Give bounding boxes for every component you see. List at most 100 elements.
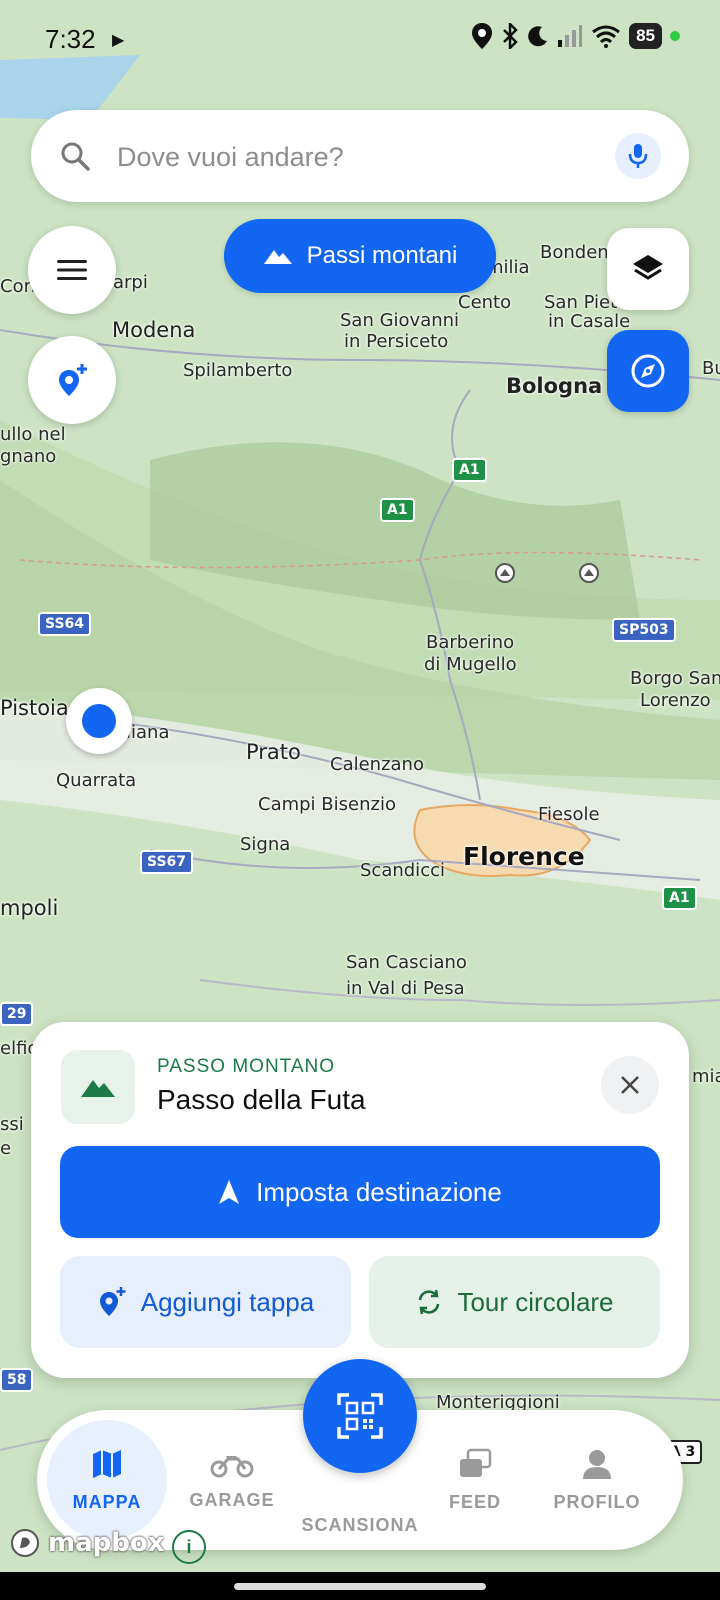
location-icon bbox=[472, 23, 493, 49]
microphone-icon bbox=[628, 144, 648, 168]
qr-scan-icon bbox=[337, 1393, 383, 1439]
map-label: in Val di Pesa bbox=[346, 978, 465, 999]
close-card-button[interactable] bbox=[601, 1056, 659, 1114]
chip-label: Passi montani bbox=[306, 242, 458, 269]
round-tour-label: Tour circolare bbox=[457, 1286, 614, 1317]
compass-button[interactable] bbox=[607, 330, 689, 412]
road-shield: 58 bbox=[0, 1368, 34, 1392]
feed-icon bbox=[460, 1448, 492, 1477]
active-indicator bbox=[47, 1420, 167, 1540]
bluetooth-icon bbox=[503, 23, 518, 49]
mountain-passes-filter-chip[interactable]: Passi montani bbox=[224, 219, 496, 293]
status-icons: 85 bbox=[471, 22, 680, 50]
close-icon bbox=[621, 1076, 639, 1094]
nav-label-profile: PROFILO bbox=[553, 1491, 641, 1512]
mountain-pass-marker-icon[interactable] bbox=[578, 562, 600, 584]
loop-arrows-icon bbox=[419, 1289, 440, 1315]
map-label: Cento bbox=[458, 292, 512, 313]
road-shield: A1 bbox=[380, 498, 415, 522]
mapbox-logo-icon bbox=[11, 1529, 39, 1557]
place-details-card: PASSO MONTANO Passo della Futa Imposta d… bbox=[31, 1022, 689, 1378]
map-label: San Casciano bbox=[346, 952, 467, 973]
map-label: e bbox=[0, 1138, 12, 1159]
map-label: Calenzano bbox=[330, 754, 424, 775]
home-indicator[interactable] bbox=[234, 1583, 486, 1590]
nav-label-scan[interactable]: SCANSIONA bbox=[260, 1515, 460, 1536]
road-shield: 29 bbox=[0, 1002, 34, 1026]
media-play-icon: ▶ bbox=[112, 32, 125, 49]
map-label: Pistoia bbox=[0, 696, 69, 720]
map-label: Modena bbox=[112, 318, 196, 342]
mountain-pass-marker-icon[interactable] bbox=[494, 562, 516, 584]
add-pin-icon bbox=[99, 1287, 126, 1316]
status-bar: 7:32 ▶ 85 bbox=[0, 0, 720, 80]
add-stop-button[interactable]: Aggiungi tappa bbox=[60, 1256, 351, 1348]
map-label: miar bbox=[692, 1066, 720, 1087]
map-label: Spilamberto bbox=[183, 360, 293, 381]
set-destination-button[interactable]: Imposta destinazione bbox=[60, 1146, 660, 1238]
mapbox-logo[interactable]: mapbox bbox=[10, 1528, 165, 1558]
map-label: mpoli bbox=[0, 896, 59, 920]
place-category: PASSO MONTANO bbox=[157, 1056, 336, 1077]
road-shield: SS64 bbox=[38, 612, 92, 636]
menu-button[interactable] bbox=[28, 226, 116, 314]
mountain-icon bbox=[81, 1080, 115, 1097]
signal-icon bbox=[558, 25, 583, 47]
round-tour-button[interactable]: Tour circolare bbox=[369, 1256, 660, 1348]
wifi-icon bbox=[592, 25, 620, 48]
add-location-button[interactable] bbox=[28, 336, 116, 424]
do-not-disturb-moon-icon bbox=[528, 26, 548, 47]
map-label: ullo nel bbox=[0, 424, 66, 445]
scan-button[interactable] bbox=[303, 1359, 417, 1473]
mapbox-wordmark: mapbox bbox=[48, 1528, 165, 1558]
map-label: Prato bbox=[246, 740, 301, 764]
nav-item-profile[interactable]: PROFILO bbox=[537, 1410, 657, 1550]
add-pin-icon bbox=[59, 364, 87, 396]
map-label: in Persiceto bbox=[344, 331, 449, 352]
road-shield: A1 bbox=[452, 458, 487, 482]
search-input[interactable] bbox=[115, 132, 599, 182]
motorcycle-icon bbox=[210, 1455, 254, 1477]
map-label: Florence bbox=[463, 842, 585, 871]
set-destination-label: Imposta destinazione bbox=[256, 1176, 502, 1207]
search-bar[interactable] bbox=[31, 110, 689, 202]
search-icon bbox=[61, 142, 90, 171]
location-dot-icon bbox=[82, 704, 116, 738]
profile-icon bbox=[583, 1449, 611, 1479]
battery-level: 85 bbox=[629, 23, 662, 49]
map-layers-button[interactable] bbox=[607, 228, 689, 310]
map-label: di Mugello bbox=[424, 654, 517, 675]
system-navigation-bar bbox=[0, 1572, 720, 1600]
navigation-arrow-icon bbox=[219, 1180, 240, 1204]
status-time: 7:32 bbox=[45, 24, 96, 54]
map-label: Barberino bbox=[426, 632, 515, 653]
hamburger-menu-icon bbox=[57, 260, 87, 280]
map-label: Lorenzo bbox=[640, 690, 711, 711]
road-shield: A1 bbox=[662, 886, 697, 910]
map-label: arpi bbox=[113, 272, 148, 293]
map-label: San Giovanni bbox=[340, 310, 460, 331]
road-shield: SS67 bbox=[140, 850, 194, 874]
map-label: gnano bbox=[0, 446, 57, 467]
place-name: Passo della Futa bbox=[157, 1084, 366, 1115]
map-label: Fiesole bbox=[538, 804, 600, 825]
map-label: Scandicci bbox=[360, 860, 445, 881]
user-location-marker[interactable] bbox=[66, 688, 132, 754]
road-shield: SP503 bbox=[612, 618, 676, 642]
privacy-indicator-dot bbox=[670, 31, 680, 41]
map-label: Borgo San bbox=[630, 668, 720, 689]
voice-search-button[interactable] bbox=[615, 133, 661, 179]
nav-label-garage: GARAGE bbox=[189, 1489, 275, 1510]
map-label: Bologna bbox=[506, 374, 603, 398]
mountain-icon bbox=[263, 250, 292, 264]
compass-icon bbox=[631, 354, 665, 388]
map-label: Bu bbox=[702, 358, 720, 379]
nav-label-feed: FEED bbox=[448, 1491, 501, 1512]
attribution-info-icon[interactable]: i bbox=[172, 1530, 206, 1564]
map-label: ssi bbox=[0, 1114, 24, 1135]
nav-label-map: MAPPA bbox=[72, 1491, 142, 1512]
map-label: liana bbox=[126, 722, 170, 743]
layers-icon bbox=[633, 255, 663, 280]
map-label: Quarrata bbox=[56, 770, 137, 791]
add-stop-label: Aggiungi tappa bbox=[140, 1286, 315, 1317]
